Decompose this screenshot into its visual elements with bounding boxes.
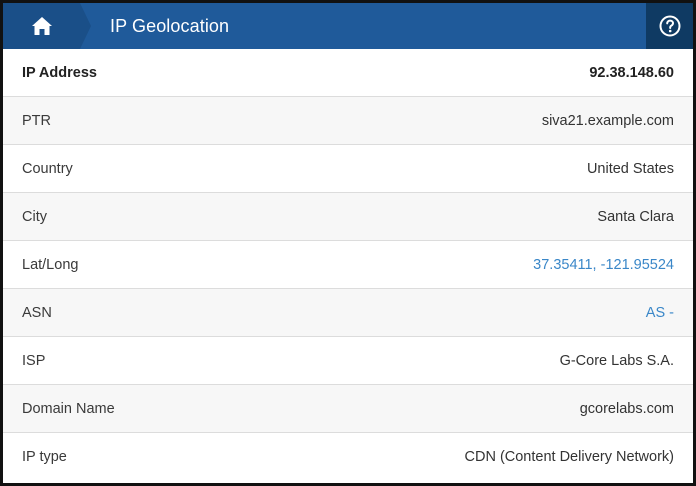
city-value: Santa Clara bbox=[597, 208, 674, 225]
ip-geolocation-panel: IP Geolocation IP Address 92.38.148.60 P… bbox=[0, 0, 696, 486]
asn-link[interactable]: AS - bbox=[646, 305, 674, 321]
row-asn: ASN AS - bbox=[3, 289, 693, 337]
home-button[interactable] bbox=[3, 3, 91, 49]
help-button[interactable] bbox=[646, 3, 693, 49]
details-table: IP Address 92.38.148.60 PTR siva21.examp… bbox=[3, 49, 693, 480]
country-label: Country bbox=[22, 160, 73, 177]
asn-label: ASN bbox=[22, 304, 52, 321]
isp-value: G-Core Labs S.A. bbox=[559, 352, 674, 369]
row-city: City Santa Clara bbox=[3, 193, 693, 241]
latlong-link[interactable]: 37.35411, -121.95524 bbox=[533, 257, 674, 273]
ptr-label: PTR bbox=[22, 112, 51, 129]
row-domain-name: Domain Name gcorelabs.com bbox=[3, 385, 693, 433]
domain-name-value: gcorelabs.com bbox=[579, 400, 674, 417]
domain-name-label: Domain Name bbox=[22, 400, 115, 417]
country-value: United States bbox=[586, 160, 674, 177]
home-icon bbox=[31, 17, 52, 35]
row-country: Country United States bbox=[3, 145, 693, 193]
ip-type-value: CDN (Content Delivery Network) bbox=[464, 448, 675, 465]
ptr-value: siva21.example.com bbox=[541, 112, 674, 129]
row-latlong: Lat/Long 37.35411, -121.95524 bbox=[3, 241, 693, 289]
ip-address-label: IP Address bbox=[22, 64, 97, 81]
row-ip-address: IP Address 92.38.148.60 bbox=[3, 49, 693, 97]
panel-title: IP Geolocation bbox=[110, 15, 230, 36]
city-label: City bbox=[22, 208, 47, 225]
panel-header: IP Geolocation bbox=[3, 3, 693, 49]
isp-label: ISP bbox=[22, 352, 46, 369]
row-ip-type: IP type CDN (Content Delivery Network) bbox=[3, 433, 693, 480]
row-ptr: PTR siva21.example.com bbox=[3, 97, 693, 145]
ip-type-label: IP type bbox=[22, 448, 67, 465]
help-icon bbox=[659, 15, 680, 37]
ip-address-value: 92.38.148.60 bbox=[589, 64, 674, 81]
latlong-label: Lat/Long bbox=[22, 256, 79, 273]
row-isp: ISP G-Core Labs S.A. bbox=[3, 337, 693, 385]
